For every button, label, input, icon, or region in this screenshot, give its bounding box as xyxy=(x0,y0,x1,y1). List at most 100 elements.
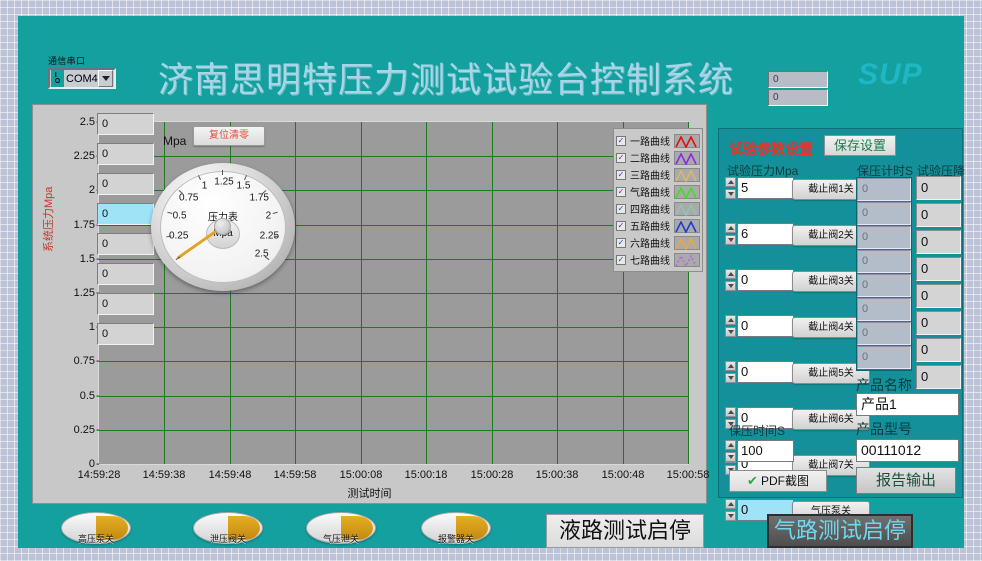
legend-color-swatch[interactable] xyxy=(674,253,700,267)
chart-x-tick: 14:59:58 xyxy=(274,469,317,481)
gas-test-start-stop-button[interactable]: 气路测试启停 xyxy=(767,514,913,548)
legend-color-swatch[interactable] xyxy=(674,219,700,233)
reset-zero-button[interactable]: 复位清零 xyxy=(193,126,265,146)
check-icon: ✔ xyxy=(747,471,758,491)
pressure-input-row-5: 0 xyxy=(725,361,794,383)
channel-indicator-8: 0 xyxy=(97,323,154,345)
legend-checkbox[interactable]: ✓ xyxy=(616,153,626,163)
brand-watermark: SUP xyxy=(858,58,923,92)
test-pressure-input-3[interactable]: 0 xyxy=(737,269,794,291)
pressure-stepper-2[interactable] xyxy=(725,223,736,245)
legend-item-4[interactable]: ✓气路曲线 xyxy=(616,183,700,200)
toggle-switch-2[interactable]: 泄压阀关 xyxy=(193,512,263,544)
hold-timer-value-2: 0 xyxy=(857,202,911,225)
hold-timer-value-5: 0 xyxy=(857,274,911,297)
gauge-tick-label: 1.25 xyxy=(214,177,233,188)
legend-checkbox[interactable]: ✓ xyxy=(616,221,626,231)
pressure-drop-value-8: 0 xyxy=(916,365,961,389)
com-port-label: 通信串口 xyxy=(48,54,85,67)
legend-color-swatch[interactable] xyxy=(674,151,700,165)
legend-item-7[interactable]: ✓六路曲线 xyxy=(616,234,700,251)
gauge-tick-label: 2 xyxy=(266,211,272,222)
legend-item-6[interactable]: ✓五路曲线 xyxy=(616,217,700,234)
io-icon: IO xyxy=(51,70,64,87)
legend-color-swatch[interactable] xyxy=(674,134,700,148)
legend-item-2[interactable]: ✓二路曲线 xyxy=(616,149,700,166)
chart-y-tick: 2 xyxy=(89,184,95,196)
hold-timer-value-6: 0 xyxy=(857,298,911,321)
toggle-label: 气压泄关 xyxy=(306,532,376,545)
gauge-tick-label: 0.5 xyxy=(173,211,187,222)
chevron-down-icon[interactable] xyxy=(98,70,113,87)
pressure-stepper-8[interactable] xyxy=(725,499,736,521)
product-model-label: 产品型号 xyxy=(856,419,912,439)
chart-gridline-h xyxy=(99,430,688,431)
legend-item-3[interactable]: ✓三路曲线 xyxy=(616,166,700,183)
hold-time-stepper[interactable] xyxy=(725,440,736,462)
toggle-switch-4[interactable]: 报警器关 xyxy=(421,512,491,544)
legend-checkbox[interactable]: ✓ xyxy=(616,170,626,180)
chart-x-axis-label: 测试时间 xyxy=(32,485,707,501)
save-settings-button[interactable]: 保存设置 xyxy=(824,135,896,156)
legend-checkbox[interactable]: ✓ xyxy=(616,255,626,265)
chart-gridline-h xyxy=(99,361,688,362)
legend-checkbox[interactable]: ✓ xyxy=(616,136,626,146)
test-pressure-input-2[interactable]: 6 xyxy=(737,223,794,245)
legend-color-swatch[interactable] xyxy=(674,168,700,182)
gauge-needle-cap xyxy=(214,218,231,235)
toggle-switch-1[interactable]: 高压泵关 xyxy=(61,512,131,544)
pressure-drop-value-5: 0 xyxy=(916,284,961,308)
chart-y-tick: 1.5 xyxy=(80,253,95,265)
legend-checkbox[interactable]: ✓ xyxy=(616,204,626,214)
legend-color-swatch[interactable] xyxy=(674,185,700,199)
chart-legend[interactable]: ✓一路曲线✓二路曲线✓三路曲线✓气路曲线✓四路曲线✓五路曲线✓六路曲线✓七路曲线 xyxy=(613,128,703,272)
hold-timer-value-4: 0 xyxy=(857,250,911,273)
pressure-drop-value-7: 0 xyxy=(916,338,961,362)
pdf-screenshot-button[interactable]: ✔ PDF截图 xyxy=(729,470,827,492)
gauge-tick-label: 1 xyxy=(202,181,208,192)
hold-time-input[interactable]: 100 xyxy=(737,440,794,462)
legend-item-1[interactable]: ✓一路曲线 xyxy=(616,132,700,149)
test-pressure-input-5[interactable]: 0 xyxy=(737,361,794,383)
product-model-input[interactable]: 00111012 xyxy=(856,439,959,462)
pressure-stepper-1[interactable] xyxy=(725,177,736,199)
chart-x-tick: 15:00:28 xyxy=(471,469,514,481)
top-indicator-2: 0 xyxy=(768,89,828,106)
chart-y-axis-label: 系统压力Mpa xyxy=(40,187,56,252)
report-output-button[interactable]: 报告输出 xyxy=(856,467,956,494)
product-name-input[interactable]: 产品1 xyxy=(856,393,959,416)
page-title: 济南思明特压力测试试验台控制系统 xyxy=(158,52,718,103)
gauge-tick-label: 0.75 xyxy=(179,193,198,204)
pressure-stepper-3[interactable] xyxy=(725,269,736,291)
pressure-stepper-4[interactable] xyxy=(725,315,736,337)
hold-time-row: 100 xyxy=(725,440,794,462)
pressure-input-row-1: 5 xyxy=(725,177,794,199)
com-port-dropdown[interactable]: IO COM4 xyxy=(48,68,116,89)
legend-label: 四路曲线 xyxy=(630,201,674,216)
chart-gridline-v xyxy=(426,122,427,464)
legend-item-5[interactable]: ✓ 四路曲线 xyxy=(616,200,700,217)
liquid-test-start-stop-button[interactable]: 液路测试启停 xyxy=(546,514,704,548)
chart-gridline-h xyxy=(99,293,688,294)
channel-indicator-3: 0 xyxy=(97,173,154,195)
chart-gridline-v xyxy=(295,122,296,464)
chart-x-tick: 14:59:28 xyxy=(78,469,121,481)
top-indicator-group: 0 0 xyxy=(768,71,828,107)
legend-checkbox[interactable]: ✓ xyxy=(616,238,626,248)
toggle-switch-3[interactable]: 气压泄关 xyxy=(306,512,376,544)
chart-x-tick: 15:00:08 xyxy=(340,469,383,481)
legend-color-swatch[interactable] xyxy=(674,202,700,216)
hold-timer-value-7: 0 xyxy=(857,322,911,345)
legend-checkbox[interactable]: ✓ xyxy=(616,187,626,197)
chart-gridline-h xyxy=(99,396,688,397)
test-pressure-input-4[interactable]: 0 xyxy=(737,315,794,337)
chart-x-tick: 14:59:38 xyxy=(143,469,186,481)
pressure-stepper-5[interactable] xyxy=(725,361,736,383)
channel-indicator-stack: 00000000 xyxy=(97,113,154,353)
pressure-drop-value-3: 0 xyxy=(916,230,961,254)
test-pressure-input-1[interactable]: 5 xyxy=(737,177,794,199)
pressure-drop-value-4: 0 xyxy=(916,257,961,281)
hold-time-label: 保压时间S xyxy=(729,422,785,439)
legend-item-8[interactable]: ✓七路曲线 xyxy=(616,251,700,268)
legend-color-swatch[interactable] xyxy=(674,236,700,250)
